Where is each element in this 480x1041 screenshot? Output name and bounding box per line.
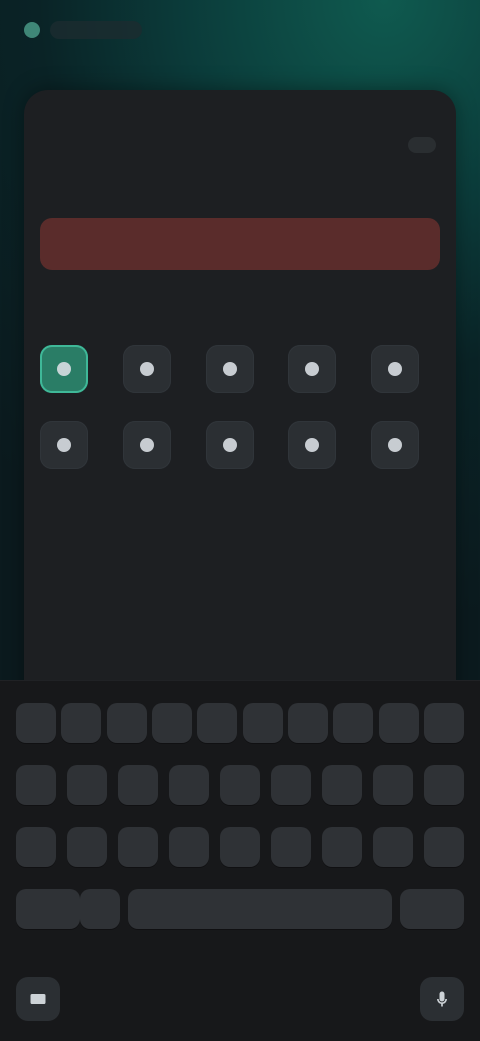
icon-option-9[interactable] xyxy=(288,421,337,469)
icon-grid xyxy=(40,335,440,469)
keyboard-switch-button[interactable] xyxy=(16,977,60,1021)
icon-option-1[interactable] xyxy=(40,345,88,393)
icon-option-3[interactable] xyxy=(205,345,254,393)
row3-key-4[interactable] xyxy=(169,827,209,867)
keyboard-row-4 xyxy=(16,889,464,929)
mic-icon xyxy=(437,991,447,1007)
row3-key-9[interactable] xyxy=(424,827,464,867)
space-key[interactable] xyxy=(128,889,392,929)
icon-option-2[interactable] xyxy=(122,345,171,393)
row2-key-9[interactable] xyxy=(424,765,464,805)
icon-3-icon xyxy=(222,362,237,376)
icon-option-5[interactable] xyxy=(371,345,420,393)
row2-key-3[interactable] xyxy=(118,765,158,805)
cancel-button[interactable] xyxy=(44,144,56,146)
row2-key-6[interactable] xyxy=(271,765,311,805)
row3-key-7[interactable] xyxy=(322,827,362,867)
icon-option-7[interactable] xyxy=(122,421,171,469)
row3-key-3[interactable] xyxy=(118,827,158,867)
row3-key-2[interactable] xyxy=(67,827,107,867)
row3-key-1[interactable] xyxy=(16,827,56,867)
row1-key-5[interactable] xyxy=(197,703,238,743)
status-left xyxy=(24,21,142,39)
icon-4-icon xyxy=(305,362,320,376)
icon-2-icon xyxy=(139,362,154,376)
status-pill xyxy=(50,21,142,39)
icon-1-icon xyxy=(57,362,71,376)
row2-key-8[interactable] xyxy=(373,765,413,805)
row1-key-1[interactable] xyxy=(16,703,56,743)
icon-option-4[interactable] xyxy=(288,345,337,393)
row1-key-2[interactable] xyxy=(61,703,102,743)
icon-grid-list xyxy=(40,345,440,469)
row2-key-4[interactable] xyxy=(169,765,209,805)
keyboard-row-1 xyxy=(16,703,464,743)
icon-6-icon xyxy=(57,438,71,452)
sheet-header xyxy=(24,110,456,180)
icon-option-6[interactable] xyxy=(40,421,88,469)
row3-key-6[interactable] xyxy=(271,827,311,867)
keyboard xyxy=(0,680,480,1041)
row1-key-9[interactable] xyxy=(378,703,419,743)
row3-key-5[interactable] xyxy=(220,827,260,867)
keyboard-row-2 xyxy=(16,765,464,805)
name-section xyxy=(40,210,440,280)
row2-key-7[interactable] xyxy=(322,765,362,805)
icon-10-icon xyxy=(388,438,403,452)
name-field[interactable] xyxy=(40,218,440,270)
row3-key-8[interactable] xyxy=(373,827,413,867)
status-bar xyxy=(0,0,480,60)
keyboard-bottom-actions xyxy=(16,977,464,1021)
row2-key-2[interactable] xyxy=(67,765,107,805)
row2-key-1[interactable] xyxy=(16,765,56,805)
row1-key-4[interactable] xyxy=(151,703,192,743)
mic-button[interactable] xyxy=(420,977,464,1021)
name-input[interactable] xyxy=(54,234,426,254)
icon-9-icon xyxy=(305,438,320,452)
emoji-key[interactable] xyxy=(80,889,120,929)
row1-key-3[interactable] xyxy=(106,703,147,743)
icon-option-8[interactable] xyxy=(205,421,254,469)
save-button[interactable] xyxy=(408,137,436,153)
keyboard-left-key[interactable] xyxy=(16,889,80,929)
icon-8-icon xyxy=(222,438,237,452)
status-dot xyxy=(24,22,40,38)
row1-key-7[interactable] xyxy=(287,703,328,743)
icon-7-icon xyxy=(139,438,154,452)
icon-5-icon xyxy=(388,362,403,376)
row1-key-8[interactable] xyxy=(333,703,374,743)
keyboard-row-3 xyxy=(16,827,464,867)
keyboard-icon xyxy=(30,994,46,1004)
keyboard-right-key[interactable] xyxy=(400,889,464,929)
row1-key-10[interactable] xyxy=(423,703,464,743)
icon-option-10[interactable] xyxy=(371,421,420,469)
row2-key-5[interactable] xyxy=(220,765,260,805)
row1-key-6[interactable] xyxy=(242,703,283,743)
